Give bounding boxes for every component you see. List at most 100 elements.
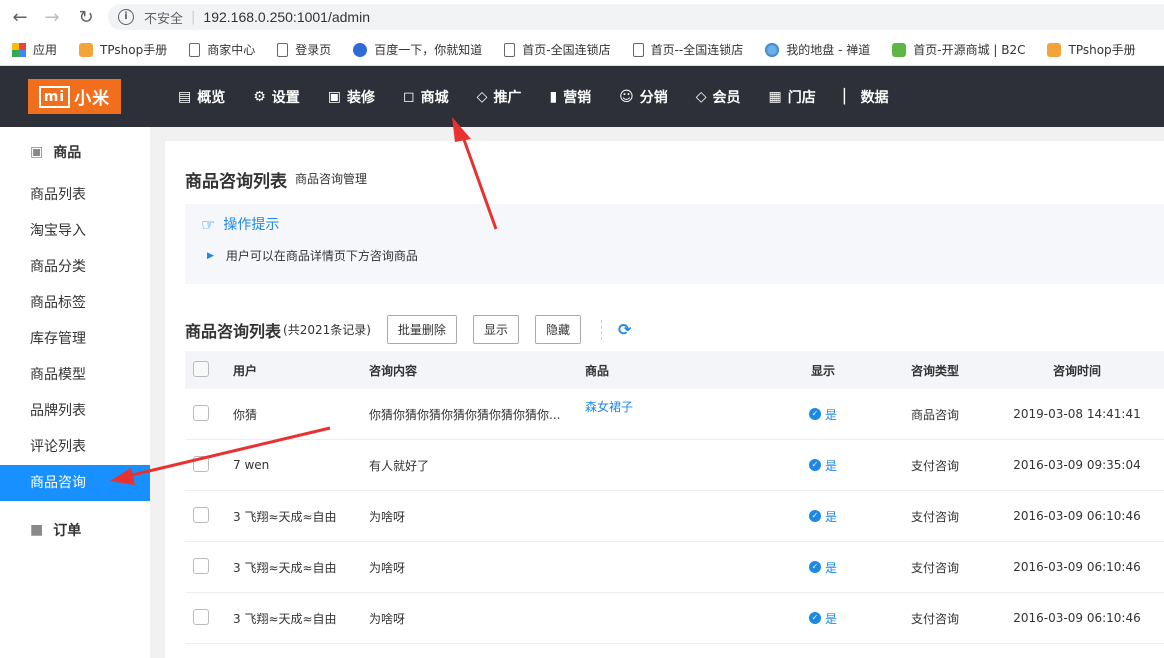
globe-icon: [765, 42, 780, 57]
col-user: 用户: [233, 363, 258, 378]
row-user: 7 wen: [233, 458, 270, 472]
check-circle-icon: ✓: [808, 561, 821, 574]
sidebar-section-orders[interactable]: ■ 订单: [0, 505, 150, 555]
gift-icon: ▣: [30, 144, 44, 160]
row-checkbox[interactable]: [193, 506, 209, 523]
address-bar[interactable]: i 不安全 | 192.168.0.250:1001/admin: [108, 4, 1164, 30]
row-time: 2019-03-08 14:41:41: [1013, 407, 1141, 421]
bar-chart-icon: ▮: [549, 88, 558, 105]
row-show-toggle[interactable]: ✓ 是: [808, 610, 837, 627]
row-user: 3 飞翔≈天成≈自由: [233, 509, 337, 524]
sidebar-item-goods-model[interactable]: 商品模型: [0, 357, 150, 393]
gear-icon: ⚙: [253, 88, 266, 105]
topnav-settings[interactable]: ⚙ 设置: [253, 87, 300, 107]
table-row: 7 wen 有人就好了 ✓ 是 支付咨询 2016-03-09 09:35:04: [185, 440, 1164, 491]
reload-icon[interactable]: ↻: [76, 7, 96, 28]
row-show-toggle[interactable]: ✓ 是: [808, 406, 837, 423]
logo[interactable]: mi 小米: [28, 79, 121, 114]
browser-toolbar: ← → ↻ i 不安全 | 192.168.0.250:1001/admin: [0, 0, 1164, 34]
check-circle-icon: ✓: [808, 408, 821, 421]
list-title: 商品咨询列表: [185, 321, 282, 341]
table-row: 3 飞翔≈天成≈自由 为啥呀 ✓ 是 支付咨询 2016-03-09 06:10:…: [185, 491, 1164, 542]
refresh-icon[interactable]: ⟳: [618, 320, 631, 339]
topnav-distribution[interactable]: ☺ 分销: [619, 87, 668, 107]
topnav-stores[interactable]: ▦ 门店: [769, 87, 816, 107]
topnav-marketing[interactable]: ▮ 营销: [549, 87, 591, 107]
topnav-mall[interactable]: ◻ 商城: [403, 87, 449, 107]
bookmark-opensource-mall[interactable]: 首页-开源商城 | B2C: [892, 41, 1025, 58]
bookmark-zentao[interactable]: 我的地盘 - 禅道: [765, 41, 870, 58]
topnav-overview[interactable]: ▤ 概览: [178, 87, 225, 107]
monitor-icon: ▤: [178, 88, 192, 105]
address-divider: |: [191, 9, 196, 25]
select-all-checkbox[interactable]: [193, 360, 209, 377]
tips-item: ▶ 用户可以在商品详情页下方咨询商品: [207, 249, 418, 263]
bookmark-baidu[interactable]: 百度一下，你就知道: [353, 41, 482, 58]
tips-toggle[interactable]: ☞ 操作提示: [201, 214, 279, 234]
check-circle-icon: ✓: [808, 612, 821, 625]
sidebar-item-brand-list[interactable]: 品牌列表: [0, 393, 150, 429]
topnav-members[interactable]: ◇ 会员: [696, 87, 741, 107]
bookmark-chain-store-2[interactable]: 首页--全国连锁店: [632, 41, 743, 58]
batch-delete-button[interactable]: 批量删除: [386, 315, 457, 344]
info-icon[interactable]: i: [118, 9, 134, 25]
sidebar-section-goods[interactable]: ▣ 商品: [0, 127, 150, 177]
table-row: 3 飞翔≈天成≈自由 为啥呀 ✓ 是 支付咨询 2016-03-09 06:10:…: [185, 593, 1164, 644]
col-goods: 商品: [585, 363, 610, 378]
tips-panel: ☞ 操作提示 ▶ 用户可以在商品详情页下方咨询商品: [185, 204, 1164, 284]
row-user: 3 飞翔≈天成≈自由: [233, 560, 337, 575]
bookmark-login[interactable]: 登录页: [277, 41, 331, 58]
row-content: 有人就好了: [369, 458, 430, 473]
hide-button[interactable]: 隐藏: [534, 315, 581, 344]
row-show-toggle[interactable]: ✓ 是: [808, 457, 837, 474]
url-text[interactable]: 192.168.0.250:1001/admin: [203, 9, 370, 25]
row-show-toggle[interactable]: ✓ 是: [808, 559, 837, 576]
sidebar-item-goods-tags[interactable]: 商品标签: [0, 285, 150, 321]
table-row: 你猜 你猜你猜你猜你猜你猜你猜你猜你... 森女裙子 ✓ 是 商品咨询 2019-…: [185, 389, 1164, 440]
insecure-label: 不安全: [144, 11, 184, 27]
row-time: 2016-03-09 06:10:46: [1013, 509, 1141, 523]
forward-arrow-icon[interactable]: →: [42, 7, 62, 28]
consult-table: 用户 咨询内容 商品 显示 咨询类型 咨询时间 你猜 你猜你猜你猜你猜你猜你猜你…: [185, 351, 1164, 644]
back-arrow-icon[interactable]: ←: [10, 7, 30, 28]
row-checkbox[interactable]: [193, 404, 209, 421]
users-icon: ☺: [619, 88, 634, 105]
sidebar-item-goods-list[interactable]: 商品列表: [0, 177, 150, 213]
sidebar-item-goods-consult[interactable]: 商品咨询: [0, 465, 150, 501]
check-circle-icon: ✓: [808, 510, 821, 523]
bookmarks-bar: 应用 TPshop手册 商家中心 登录页 百度一下，你就知道 首页-全国连锁店 …: [0, 34, 1164, 66]
row-content: 你猜你猜你猜你猜你猜你猜你猜你...: [369, 407, 561, 422]
main-panel: 商品咨询列表 商品咨询管理 ☞ 操作提示 ▶ 用户可以在商品详情页下方咨询商品 商品…: [165, 141, 1164, 658]
row-time: 2016-03-09 09:35:04: [1013, 458, 1141, 472]
hand-pointer-icon: ☞: [201, 214, 216, 234]
row-goods-link[interactable]: 森女裙子: [585, 400, 633, 414]
row-show-toggle[interactable]: ✓ 是: [808, 508, 837, 525]
layout-icon: ▣: [327, 88, 342, 105]
row-type: 支付咨询: [910, 509, 959, 524]
bookmark-tpshop-2[interactable]: TPshop手册: [1047, 41, 1136, 58]
bookmark-merchant[interactable]: 商家中心: [189, 41, 255, 58]
sidebar-item-taobao-import[interactable]: 淘宝导入: [0, 213, 150, 249]
col-content: 咨询内容: [369, 363, 418, 378]
row-checkbox[interactable]: [193, 608, 209, 625]
bookmark-tpshop[interactable]: TPshop手册: [79, 41, 167, 58]
sidebar-item-inventory[interactable]: 库存管理: [0, 321, 150, 357]
row-content: 为啥呀: [369, 509, 406, 524]
baidu-paw-icon: [353, 42, 368, 57]
bookmark-apps[interactable]: 应用: [12, 41, 57, 58]
topnav-decoration[interactable]: ▣ 装修: [328, 87, 375, 107]
col-type: 咨询类型: [910, 363, 959, 378]
logo-text: 小米: [74, 89, 111, 109]
bookmark-chain-store-1[interactable]: 首页-全国连锁店: [504, 41, 611, 58]
topnav-data[interactable]: ▏ 数据: [844, 87, 889, 107]
show-button[interactable]: 显示: [472, 315, 519, 344]
topnav-promotion[interactable]: ◇ 推广: [477, 87, 522, 107]
diamond-icon: ◇: [695, 88, 707, 105]
row-checkbox[interactable]: [193, 455, 209, 472]
row-checkbox[interactable]: [193, 557, 209, 574]
triangle-right-icon: ▶: [207, 250, 214, 261]
row-content: 为啥呀: [369, 611, 406, 626]
sidebar-item-goods-category[interactable]: 商品分类: [0, 249, 150, 285]
sidebar-item-review-list[interactable]: 评论列表: [0, 429, 150, 465]
page-icon: [504, 42, 516, 57]
